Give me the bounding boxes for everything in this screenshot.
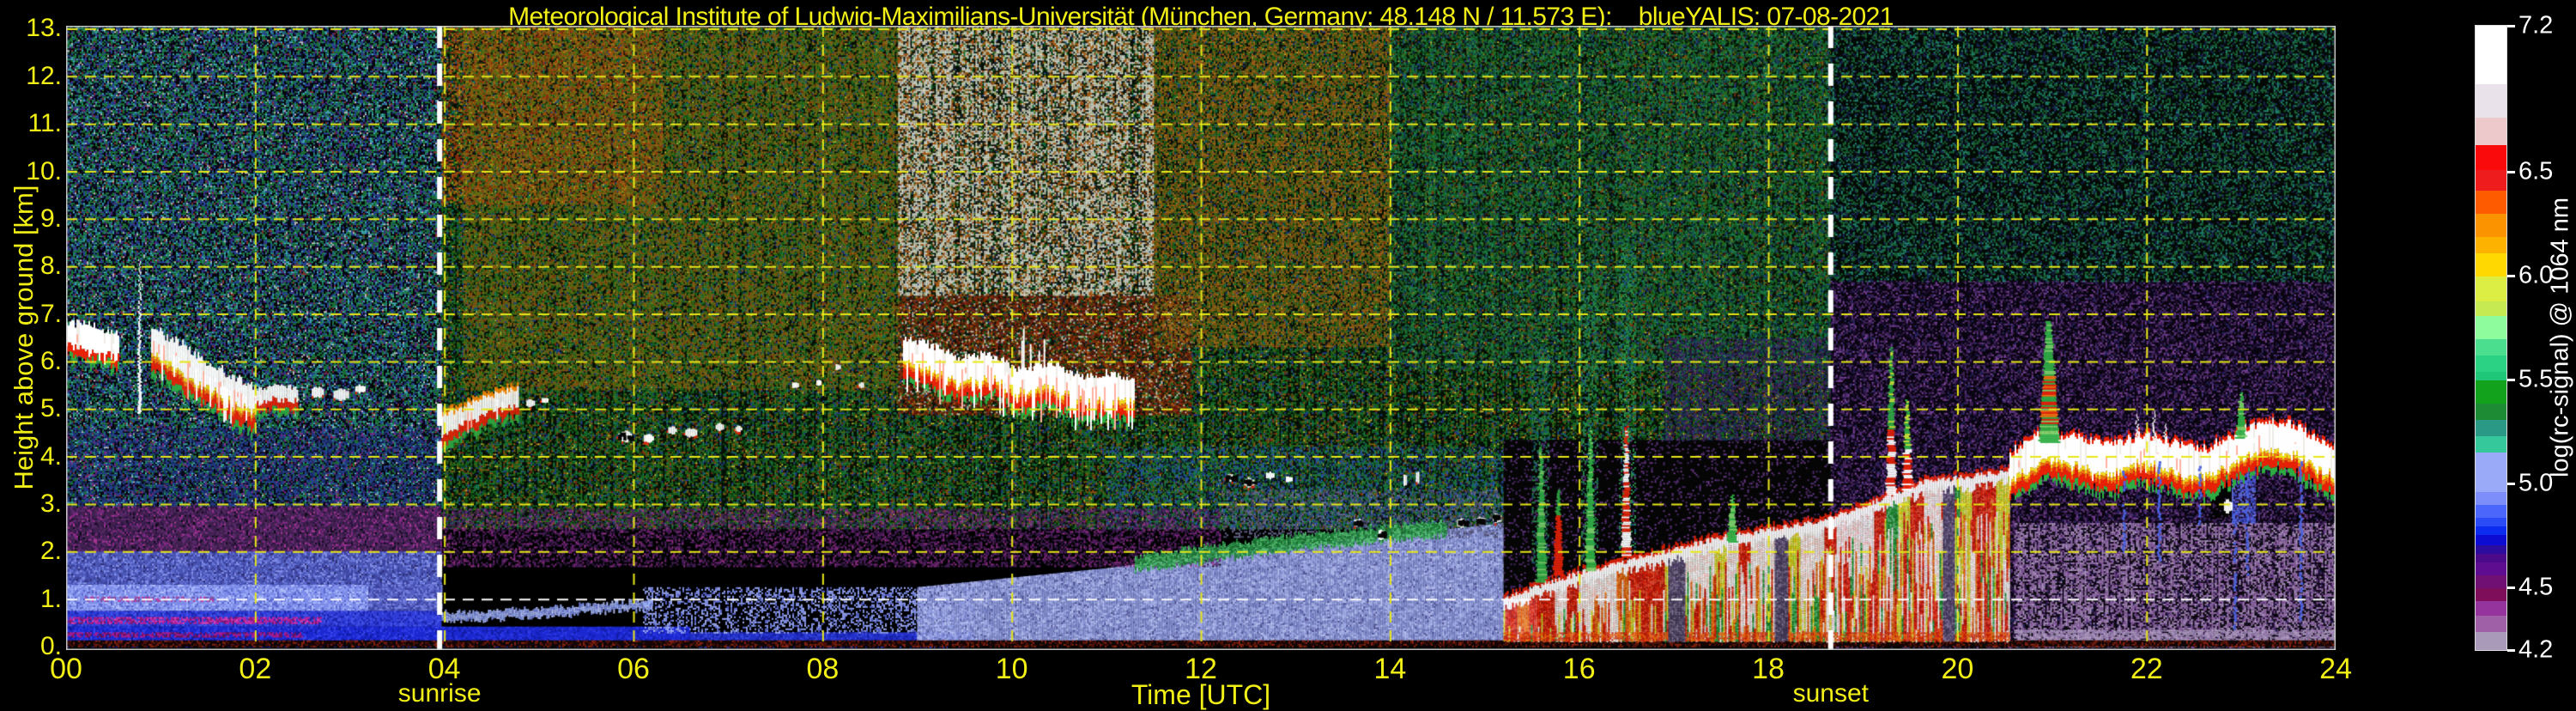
colorbar bbox=[2475, 25, 2507, 651]
colorbar-segment bbox=[2476, 492, 2506, 505]
y-tick-label: 12. bbox=[26, 61, 62, 90]
colorbar-segment bbox=[2476, 545, 2506, 554]
colorbar-tick-mark bbox=[2507, 25, 2515, 27]
colorbar-segment bbox=[2476, 26, 2506, 84]
colorbar-segment bbox=[2476, 356, 2506, 372]
y-tick-label: 8. bbox=[39, 252, 62, 281]
lidar-quicklook-page: Meteorological Institute of Ludwig-Maxim… bbox=[0, 0, 2576, 710]
y-tick-label: 10. bbox=[26, 156, 62, 185]
colorbar-segment bbox=[2476, 214, 2506, 237]
y-tick-label: 4. bbox=[39, 441, 62, 471]
colorbar-tick-label: 4.2 bbox=[2518, 635, 2554, 664]
colorbar-tick-label: 4.5 bbox=[2518, 573, 2554, 601]
colorbar-tick-label: 7.2 bbox=[2518, 11, 2554, 40]
colorbar-segment bbox=[2476, 145, 2506, 170]
colorbar-label: log(rc-signal) @ 1064 nm bbox=[2546, 197, 2574, 478]
colorbar-segment bbox=[2476, 632, 2506, 650]
colorbar-segment bbox=[2476, 453, 2506, 492]
colorbar-tick-mark bbox=[2507, 274, 2515, 277]
colorbar-segment bbox=[2476, 420, 2506, 436]
x-tick-label: 14 bbox=[1373, 653, 1407, 685]
colorbar-segment bbox=[2476, 276, 2506, 301]
colorbar-tick-mark bbox=[2507, 378, 2515, 381]
colorbar-segment bbox=[2476, 562, 2506, 575]
x-tick-label: 00 bbox=[50, 653, 82, 685]
colorbar-segment bbox=[2476, 554, 2506, 562]
colorbar-segment bbox=[2476, 616, 2506, 632]
colorbar-segment bbox=[2476, 404, 2506, 420]
colorbar-segment bbox=[2476, 505, 2506, 518]
x-tick-label: 24 bbox=[2319, 653, 2352, 685]
sunrise-annotation: sunrise bbox=[397, 679, 482, 708]
x-tick-label: 18 bbox=[1752, 653, 1785, 685]
x-tick-label: 08 bbox=[806, 653, 839, 685]
y-tick-label: 2. bbox=[39, 537, 62, 566]
x-tick-label: 22 bbox=[2130, 653, 2163, 685]
colorbar-segment bbox=[2476, 526, 2506, 535]
colorbar-segment bbox=[2476, 253, 2506, 276]
colorbar-segment bbox=[2476, 191, 2506, 214]
colorbar-segment bbox=[2476, 237, 2506, 253]
colorbar-segment bbox=[2476, 170, 2506, 191]
lidar-heatmap-canvas bbox=[66, 26, 2336, 650]
y-tick-label: 11. bbox=[27, 109, 62, 138]
colorbar-tick-label: 6.5 bbox=[2518, 157, 2554, 185]
colorbar-tick-mark bbox=[2507, 649, 2515, 652]
colorbar-segment bbox=[2476, 601, 2506, 616]
y-tick-label: 6. bbox=[39, 346, 62, 375]
x-axis-label: Time [UTC] bbox=[1130, 679, 1271, 710]
x-tick-label: 16 bbox=[1562, 653, 1596, 685]
colorbar-tick-mark bbox=[2507, 170, 2515, 173]
y-tick-label: 13. bbox=[26, 14, 62, 43]
colorbar-segment bbox=[2476, 339, 2506, 356]
x-tick-label: 06 bbox=[617, 653, 650, 685]
colorbar-segment bbox=[2476, 372, 2506, 380]
y-axis-label: Height above ground [km] bbox=[9, 185, 39, 490]
colorbar-tick-mark bbox=[2507, 483, 2515, 486]
colorbar-segment bbox=[2476, 588, 2506, 601]
colorbar-segment bbox=[2476, 436, 2506, 453]
x-tick-label: 02 bbox=[239, 653, 272, 685]
colorbar-tick-mark bbox=[2507, 586, 2515, 590]
colorbar-segment bbox=[2476, 380, 2506, 404]
colorbar-segment bbox=[2476, 518, 2506, 526]
colorbar-segment bbox=[2476, 84, 2506, 118]
colorbar-segment bbox=[2476, 301, 2506, 316]
x-tick-label: 20 bbox=[1941, 653, 1974, 685]
sunset-annotation: sunset bbox=[1792, 679, 1869, 708]
x-tick-label: 10 bbox=[995, 653, 1028, 685]
colorbar-segment bbox=[2476, 535, 2506, 545]
colorbar-segment bbox=[2476, 316, 2506, 339]
colorbar-segment bbox=[2476, 118, 2506, 145]
colorbar-segment bbox=[2476, 575, 2506, 588]
y-tick-label: 3. bbox=[39, 489, 62, 518]
y-tick-label: 5. bbox=[39, 394, 62, 423]
y-tick-label: 1. bbox=[39, 584, 62, 613]
y-tick-label: 7. bbox=[39, 299, 62, 328]
y-tick-label: 9. bbox=[39, 204, 62, 233]
